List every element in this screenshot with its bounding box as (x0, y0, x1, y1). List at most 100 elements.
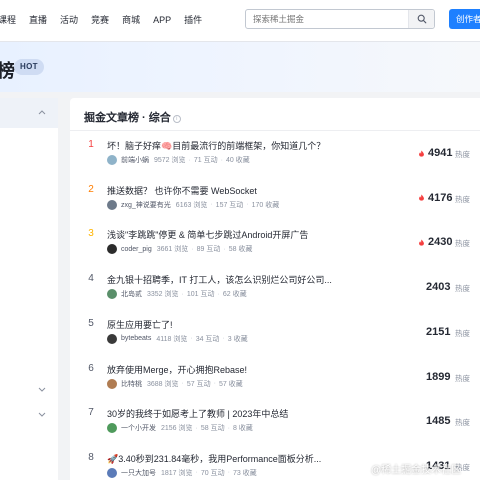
heat-label: 热度 (455, 328, 470, 338)
separator: · (220, 156, 223, 164)
hot-score: 2430 (418, 236, 452, 248)
chevron-down-icon[interactable] (38, 410, 46, 420)
flame-icon (419, 239, 424, 246)
rank-number: 3 (88, 228, 94, 240)
article-title[interactable]: 原生应用要亡了! (107, 318, 342, 331)
article-meta: 前端小蜗 9572 浏览 · 71 互动 · 40 收藏 (107, 155, 250, 165)
author-name[interactable]: 比特桃 (121, 379, 142, 389)
article-row[interactable]: 7 30岁的我终于如愿考上了教师 | 2023年中总结 一个小开发 2156 浏览 · 5… (70, 407, 480, 451)
hot-score: 1899 (426, 371, 450, 383)
author-name[interactable]: 一个小开发 (121, 423, 156, 433)
avatar[interactable] (107, 423, 117, 434)
article-row[interactable]: 5 原生应用要亡了! bytebeats 4118 浏览 · 34 互动 · 3 收藏 2151… (70, 318, 480, 362)
avatar[interactable] (107, 467, 117, 478)
nav-item-contests[interactable]: 竞赛 (91, 13, 109, 27)
nav-item-courses[interactable]: 课程 (0, 13, 16, 27)
article-row[interactable]: 4 金九银十招聘季，IT 打工人，该怎么识别烂公司好公司... 北岛贰 3352 浏览… (70, 273, 480, 317)
chevron-down-icon[interactable] (38, 385, 46, 395)
article-row[interactable]: 6 放弃使用Merge，开心拥抱Rebase! 比特桃 3688 浏览 · 57 互动 · 5… (70, 363, 480, 407)
separator: · (195, 469, 198, 477)
author-name[interactable]: 前端小蜗 (121, 155, 149, 165)
search-icon (417, 14, 426, 24)
hot-score-value: 4941 (428, 147, 453, 159)
save-count: 57 收藏 (218, 380, 243, 388)
interaction-count: 34 互动 (195, 335, 220, 343)
author-name[interactable]: bytebeats (121, 335, 151, 342)
article-title[interactable]: 30岁的我终于如愿考上了教师 | 2023年中总结 (107, 407, 342, 420)
nav-item-events[interactable]: 活动 (60, 13, 78, 27)
separator: · (213, 380, 216, 387)
flame-icon (419, 194, 424, 201)
article-row[interactable]: 2 推送数据？ 也许你不需要 WebSocket zxg_神说要有光 6163 浏览 ·… (70, 184, 480, 228)
hot-score: 2151 (426, 326, 450, 338)
view-count: 1817 浏览 (161, 469, 193, 477)
main-nav: 课程 直播 活动 竞赛 商城 APP 插件 (0, 13, 215, 27)
view-count: 4118 浏览 (156, 335, 188, 343)
hot-score-value: 1485 (426, 415, 451, 428)
hot-list-header: 榜 HOT (0, 42, 480, 92)
search-input[interactable] (246, 14, 406, 24)
avatar[interactable] (107, 244, 117, 255)
article-row[interactable]: 1 坏！脑子好痒🧠目前最流行的前端框架，你知道几个？ 前端小蜗 9572 浏览 · 71 … (70, 139, 480, 183)
nav-item-plugins[interactable]: 插件 (184, 13, 202, 27)
author-name[interactable]: coder_pig (121, 246, 152, 253)
author-name[interactable]: zxg_神说要有光 (121, 200, 171, 210)
view-count: 3661 浏览 (156, 246, 189, 254)
hot-score-value: 2403 (426, 281, 451, 294)
article-title[interactable]: 放弃使用Merge，开心拥抱Rebase! (107, 363, 342, 376)
nav-item-mall[interactable]: 商城 (122, 13, 140, 27)
nav-item-live[interactable]: 直播 (29, 13, 47, 27)
avatar[interactable] (107, 378, 117, 389)
creator-center-button[interactable]: 创作者中心 (449, 9, 480, 29)
heat-label: 热度 (455, 194, 470, 204)
interaction-count: 70 互动 (200, 469, 225, 477)
hot-badge: HOT (14, 59, 44, 75)
author-name[interactable]: 北岛贰 (121, 289, 142, 299)
article-title[interactable]: 推送数据？ 也许你不需要 WebSocket (107, 184, 342, 197)
save-count: 62 收藏 (222, 291, 247, 299)
separator: · (188, 156, 191, 164)
view-count: 2156 浏览 (161, 425, 193, 433)
heat-label: 热度 (455, 373, 470, 383)
hot-score: 1485 (426, 415, 450, 427)
view-count: 3688 浏览 (147, 380, 179, 388)
separator: · (227, 424, 230, 432)
save-count: 58 收藏 (228, 246, 253, 254)
article-title[interactable]: 浅谈"李跳跳"停更 & 简单七步跳过Android开屏广告 (107, 228, 342, 241)
article-meta: bytebeats 4118 浏览 · 34 互动 · 3 收藏 (107, 333, 248, 344)
interaction-count: 89 互动 (196, 246, 221, 254)
author-name[interactable]: 一只大加号 (121, 468, 156, 478)
avatar[interactable] (107, 289, 117, 300)
heat-label: 热度 (455, 418, 470, 428)
interaction-count: 157 互动 (215, 201, 244, 209)
article-row[interactable]: 3 浅谈"李跳跳"停更 & 简单七步跳过Android开屏广告 coder_pig 3… (70, 228, 480, 272)
article-title[interactable]: 金九银十招聘季，IT 打工人，该怎么识别烂公司好公司... (107, 273, 342, 286)
article-ranking-panel: 掘金文章榜 · 综合 i 1 坏！脑子好痒🧠目前最流行的前端框架，你知道几个？ 前端小… (70, 98, 480, 480)
rank-number: 6 (88, 362, 94, 374)
article-title[interactable]: 坏！脑子好痒🧠目前最流行的前端框架，你知道几个？ (107, 139, 342, 152)
article-title[interactable]: 🚀3.40秒到231.84毫秒，我用Performance面板分析... (107, 452, 342, 465)
heat-label: 热度 (455, 284, 470, 294)
avatar[interactable] (107, 155, 117, 165)
avatar[interactable] (107, 333, 117, 344)
article-meta: 一只大加号 1817 浏览 · 70 互动 · 73 收藏 (107, 467, 257, 478)
avatar[interactable] (107, 199, 117, 210)
sidebar-selected-item[interactable] (0, 98, 58, 128)
panel-title-text: 掘金文章榜 · 综合 (84, 112, 171, 124)
rank-number: 4 (88, 273, 94, 285)
separator: · (227, 469, 230, 477)
save-count: 40 收藏 (225, 157, 250, 164)
article-meta: 比特桃 3688 浏览 · 57 互动 · 57 收藏 (107, 378, 243, 389)
search-box (245, 9, 435, 29)
info-icon[interactable]: i (172, 115, 181, 123)
separator: · (191, 245, 194, 253)
save-count: 8 收藏 (232, 425, 253, 433)
separator: · (210, 201, 213, 209)
rank-number: 2 (88, 183, 94, 195)
save-count: 3 收藏 (227, 335, 248, 343)
search-button[interactable] (408, 10, 434, 28)
hot-score: 4941 (418, 147, 452, 159)
rank-number: 1 (88, 139, 94, 150)
chevron-up-icon[interactable] (38, 107, 46, 117)
nav-item-app[interactable]: APP (153, 13, 171, 27)
